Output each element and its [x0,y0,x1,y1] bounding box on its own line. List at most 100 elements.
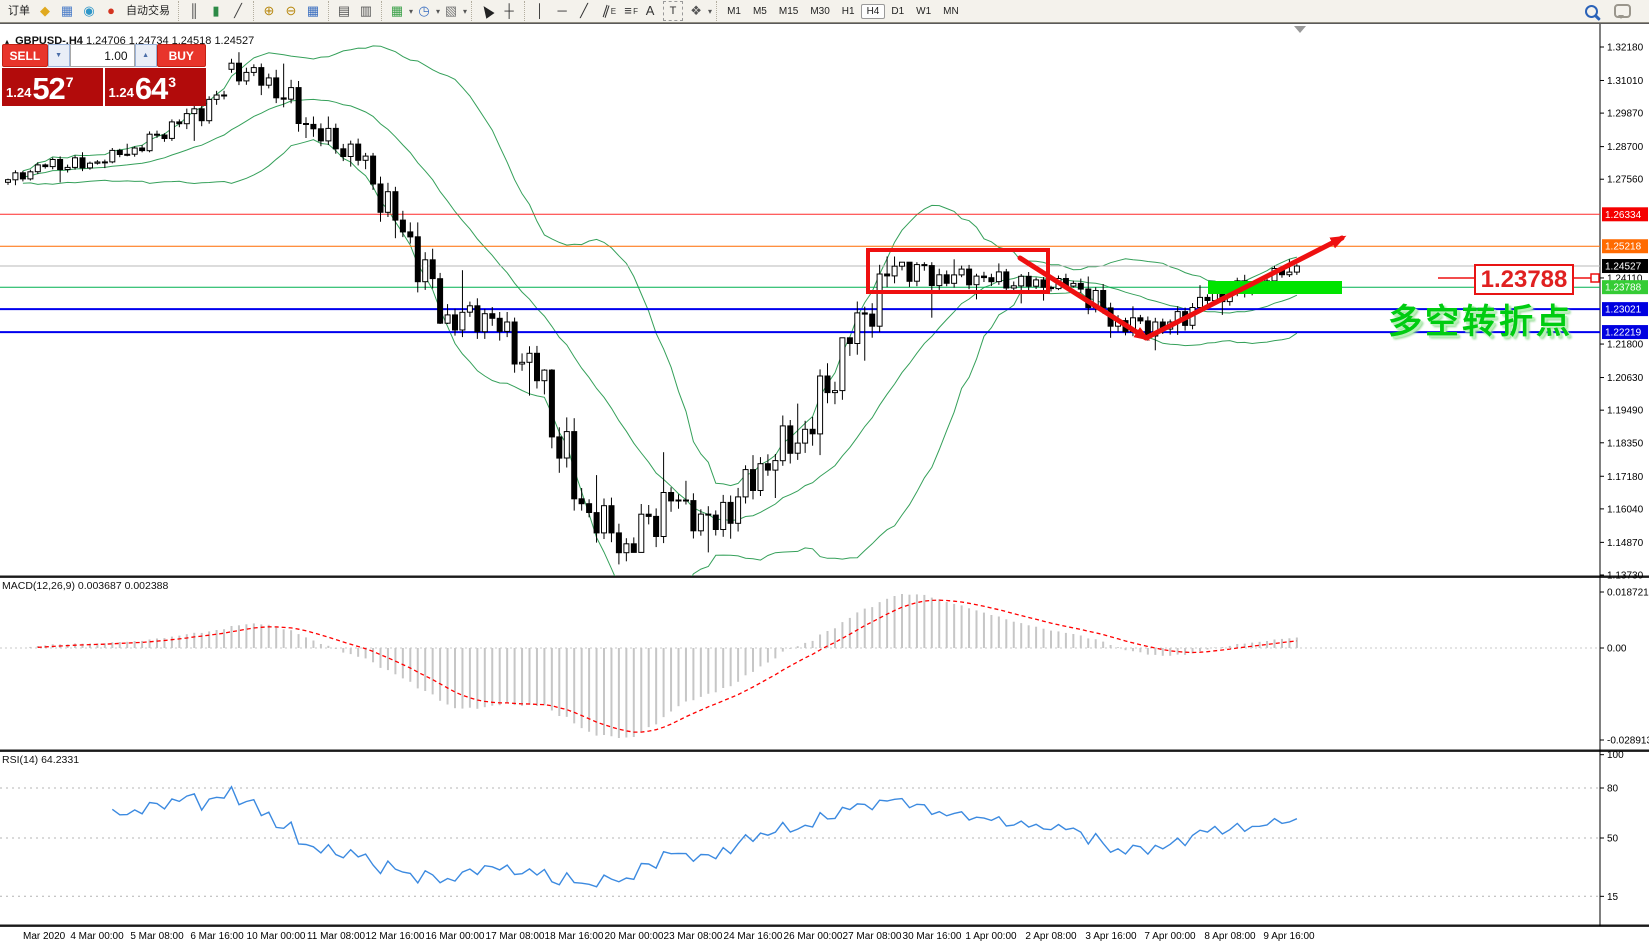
support-zone-bar[interactable] [1208,281,1342,294]
price-chart[interactable]: 1.321801.310101.298701.287001.275601.241… [0,0,1649,947]
candle [1205,297,1210,300]
timeframe-button-d1[interactable]: D1 [885,4,910,19]
price-tick-label: 1.21800 [1607,340,1644,351]
candle [490,314,495,319]
candle [274,78,279,98]
rsi-label: RSI(14) 64.2331 [2,754,79,766]
buy-price-sup: 3 [168,74,176,90]
top-toolbar: 订单◆▦◉●自动交易║▮╱⊕⊖▦▤▥▦▾◷▾▧▾┼│─╱∥E≡FAT❖▾ M1M… [0,0,1649,23]
price-tag-anchor[interactable] [1591,274,1599,282]
candle [713,515,718,529]
horizontal-line-tool-icon[interactable]: ─ [553,2,571,20]
candle [400,220,405,232]
shapes-tool-icon[interactable]: ❖ [687,2,705,20]
fibonacci-tool-icon[interactable]: ≡F [619,2,637,20]
timeframe-button-mn[interactable]: MN [937,4,965,19]
new-chart-icon-dropdown[interactable]: ▾ [409,7,413,16]
time-tick-label: 4 Mar 00:00 [70,931,124,942]
text-tool-icon[interactable]: A [641,2,659,20]
volume-input[interactable]: 1.00 [70,44,135,67]
autotrading-button[interactable]: 自动交易 [124,2,172,20]
sell-price-prefix: 1.24 [6,85,31,100]
chat-icon[interactable] [1614,4,1631,18]
time-axis: Mar 20204 Mar 00:005 Mar 08:006 Mar 16:0… [23,931,1315,942]
timeframe-button-m5[interactable]: M5 [747,4,773,19]
pane-divider[interactable] [0,750,1649,752]
candle [65,167,70,169]
trendline-tool-icon[interactable]: ╱ [575,2,593,20]
macd-label: MACD(12,26,9) 0.003687 0.002388 [2,580,168,592]
templates-icon[interactable]: ▧ [442,2,460,20]
timeframe-button-m15[interactable]: M15 [773,4,804,19]
candle [423,260,428,282]
candle [982,276,987,278]
signal-icon[interactable]: ◉ [80,2,98,20]
candle [624,544,629,553]
candle [512,322,517,364]
candle [520,362,525,364]
volume-decrease-button[interactable]: ▼ [48,44,70,67]
volume-increase-button[interactable]: ▲ [135,44,157,67]
candle [58,160,63,170]
objects-list-icon[interactable]: ▥ [357,2,375,20]
shapes-tool-icon-dropdown[interactable]: ▾ [708,7,712,16]
candle [326,128,331,141]
timeframe-button-m30[interactable]: M30 [804,4,835,19]
market-watch-icon[interactable]: ▦ [58,2,76,20]
pane-divider[interactable] [0,925,1649,927]
sell-price-panel[interactable]: 1.24 52 7 [2,68,103,106]
search-icon[interactable] [1585,5,1598,18]
timeframe-button-w1[interactable]: W1 [910,4,937,19]
time-tick-label: 3 Apr 16:00 [1085,931,1137,942]
candle [497,318,502,331]
sell-button[interactable]: SELL [2,44,48,67]
toolbar-group-2: ⊕⊖▦ [254,1,329,21]
candle [132,148,137,154]
timeframe-button-m1[interactable]: M1 [721,4,747,19]
timeframe-button-h4[interactable]: H4 [861,4,886,19]
price-tick-label: 1.29870 [1607,109,1644,120]
favorites-icon[interactable]: ◆ [36,2,54,20]
candle [840,338,845,391]
candle [542,370,547,381]
candle [1004,272,1009,288]
cursor-tool-icon[interactable] [478,2,496,20]
time-tick-label: 12 Mar 16:00 [366,931,425,942]
candlestick-chart-icon[interactable]: ▮ [207,2,225,20]
label-tool-icon[interactable]: T [663,1,683,21]
macd-axis-label: 0.018721 [1607,588,1649,599]
buy-price-panel[interactable]: 1.24 64 3 [105,68,207,106]
timeframe-button-h1[interactable]: H1 [836,4,861,19]
zoom-out-icon[interactable]: ⊖ [282,2,300,20]
autotrading-icon[interactable]: ● [102,2,120,20]
price-tag-label[interactable]: 1.23788 [1474,264,1574,295]
templates-icon-dropdown[interactable]: ▾ [463,7,467,16]
toolbar-right-group [1577,4,1649,18]
candle [996,272,1001,282]
price-tick-label: 1.20630 [1607,373,1644,384]
periods-icon-dropdown[interactable]: ▾ [436,7,440,16]
orders-button[interactable]: 订单 [6,2,32,20]
periods-icon[interactable]: ◷ [415,2,433,20]
candle [73,158,78,168]
time-tick-label: 6 Mar 16:00 [190,931,244,942]
candle [758,464,763,491]
cn-annotation-text: 多空转折点 [1388,294,1573,343]
price-tick-label: 1.13730 [1607,571,1644,582]
vertical-line-tool-icon[interactable]: │ [531,2,549,20]
indicators-icon[interactable]: ▤ [335,2,353,20]
bar-chart-icon[interactable]: ║ [185,2,203,20]
candle [944,275,949,284]
new-chart-icon[interactable]: ▦ [388,2,406,20]
buy-price-big: 64 [135,74,167,104]
candle [117,150,122,154]
crosshair-tool-icon[interactable]: ┼ [500,2,518,20]
line-chart-icon[interactable]: ╱ [229,2,247,20]
tile-windows-icon[interactable]: ▦ [304,2,322,20]
candle [184,114,189,124]
candle [80,158,85,168]
zoom-in-icon[interactable]: ⊕ [260,2,278,20]
channel-tool-icon[interactable]: ∥E [597,2,615,20]
buy-button[interactable]: BUY [157,44,206,67]
pane-divider[interactable] [0,576,1649,578]
